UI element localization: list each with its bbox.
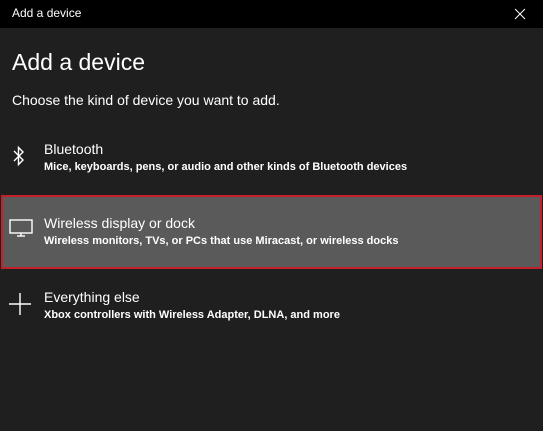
option-description: Xbox controllers with Wireless Adapter, … [44, 309, 340, 321]
page-title: Add a device [12, 49, 145, 75]
option-description: Wireless monitors, TVs, or PCs that use … [44, 235, 399, 247]
title-bar: Add a device [0, 0, 543, 28]
close-icon [514, 8, 526, 20]
window-title: Add a device [12, 6, 82, 20]
option-description: Mice, keyboards, pens, or audio and othe… [44, 161, 408, 173]
monitor-icon [7, 214, 35, 242]
option-everything-else[interactable]: Everything else Xbox controllers with Wi… [0, 278, 543, 344]
option-title: Wireless display or dock [44, 215, 195, 231]
close-button[interactable] [497, 0, 543, 28]
option-wireless-display[interactable]: Wireless display or dock Wireless monito… [1, 195, 542, 269]
option-bluetooth[interactable]: Bluetooth Mice, keyboards, pens, or audi… [0, 130, 543, 196]
plus-icon [6, 290, 34, 318]
add-device-window: Add a device Add a device Choose the kin… [0, 0, 543, 431]
option-title: Everything else [44, 289, 140, 305]
bluetooth-icon [5, 142, 33, 170]
option-title: Bluetooth [44, 141, 104, 157]
page-subtitle: Choose the kind of device you want to ad… [12, 92, 280, 108]
